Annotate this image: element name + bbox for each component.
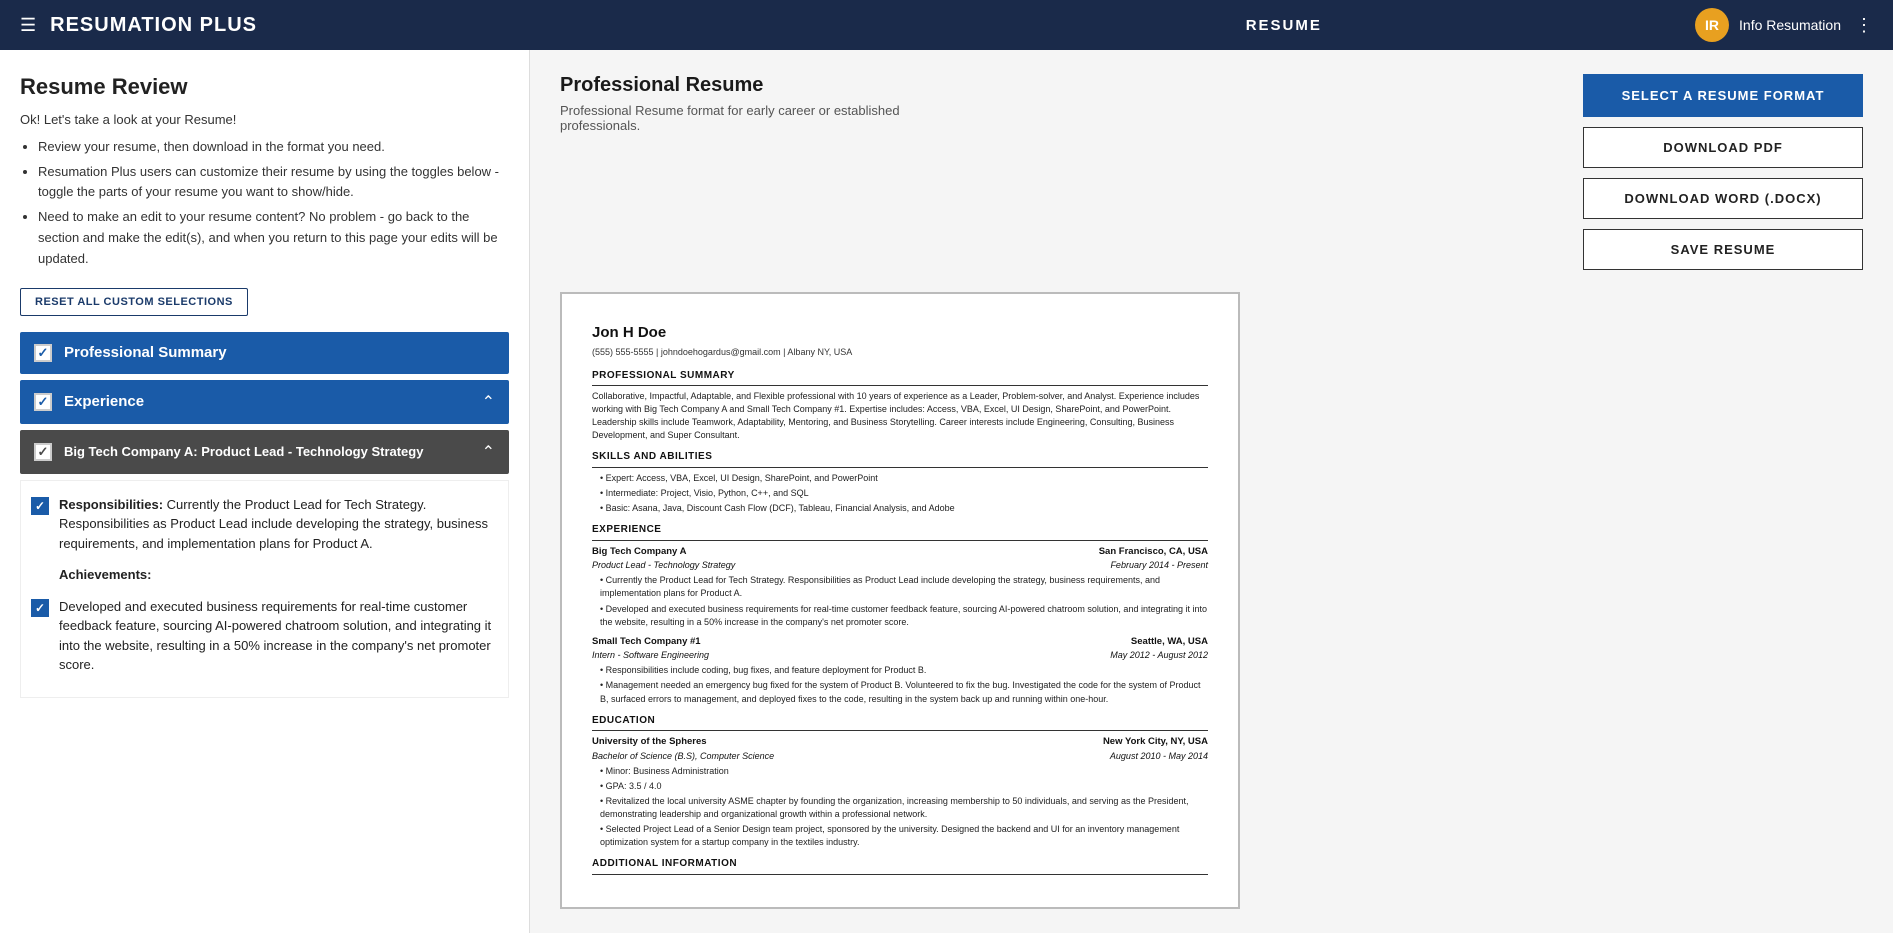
resume-name: Jon H Doe	[592, 322, 1208, 344]
main-layout: Resume Review Ok! Let's take a look at y…	[0, 50, 1893, 933]
school-location: New York City, NY, USA	[1103, 735, 1208, 749]
brand-logo: RESUMATION PLUS	[50, 14, 872, 37]
job2-role: Intern - Software Engineering May 2012 -…	[592, 649, 1208, 662]
professional-summary-section: Professional Summary	[20, 332, 509, 374]
instructions: Ok! Let's take a look at your Resume! Re…	[20, 110, 509, 270]
nav-right: IR Info Resumation ⋮	[1695, 8, 1873, 42]
professional-summary-label: Professional Summary	[64, 344, 495, 361]
left-panel: Resume Review Ok! Let's take a look at y…	[0, 50, 530, 933]
job1-dates: February 2014 - Present	[1110, 559, 1208, 572]
instruction-list: Review your resume, then download in the…	[20, 137, 509, 270]
job1-company: Big Tech Company A	[592, 545, 686, 559]
school-name: University of the Spheres	[592, 735, 707, 749]
job2-role-title: Intern - Software Engineering	[592, 649, 709, 662]
resume-header-section: Professional Resume Professional Resume …	[560, 74, 1863, 270]
job2-company: Small Tech Company #1	[592, 635, 701, 649]
job2-dates: May 2012 - August 2012	[1110, 649, 1208, 662]
skill-intermediate: • Intermediate: Project, Visio, Python, …	[600, 487, 1208, 500]
achievement-checkbox[interactable]	[31, 599, 49, 617]
bigtechcompany-expand-icon[interactable]: ⌃	[482, 442, 495, 462]
prof-summary-title: PROFESSIONAL SUMMARY	[592, 369, 1208, 387]
reset-button[interactable]: RESET ALL CUSTOM SELECTIONS	[20, 288, 248, 316]
action-buttons: SELECT A RESUME FORMAT DOWNLOAD PDF DOWN…	[1583, 74, 1863, 270]
bigtechcompany-checkbox[interactable]	[34, 443, 52, 461]
school-bullet2: • GPA: 3.5 / 4.0	[600, 780, 1208, 793]
responsibilities-item: Responsibilities: Currently the Product …	[31, 495, 498, 554]
job1-header: Big Tech Company A San Francisco, CA, US…	[592, 545, 1208, 559]
responsibilities-header: Responsibilities:	[59, 497, 163, 512]
achievements-label: Achievements:	[59, 567, 151, 582]
achievements-header-item: Achievements:	[31, 565, 498, 585]
experience-section: Experience ⌃	[20, 380, 509, 424]
download-pdf-button[interactable]: DOWNLOAD PDF	[1583, 127, 1863, 168]
job1-role-title: Product Lead - Technology Strategy	[592, 559, 735, 572]
resume-title: Professional Resume	[560, 74, 1553, 97]
skill-basic: • Basic: Asana, Java, Discount Cash Flow…	[600, 502, 1208, 515]
resume-preview: Jon H Doe (555) 555-5555 | johndoehogard…	[560, 292, 1240, 909]
menu-icon[interactable]: ☰	[20, 15, 36, 36]
save-resume-button[interactable]: SAVE RESUME	[1583, 229, 1863, 270]
intro-text: Ok! Let's take a look at your Resume!	[20, 110, 509, 131]
job2-location: Seattle, WA, USA	[1131, 635, 1208, 649]
job1-role: Product Lead - Technology Strategy Febru…	[592, 559, 1208, 572]
school-header: University of the Spheres New York City,…	[592, 735, 1208, 749]
school-bullet3: • Revitalized the local university ASME …	[600, 795, 1208, 821]
bigtechcompany-label: Big Tech Company A: Product Lead - Techn…	[64, 444, 482, 459]
select-format-button[interactable]: SELECT A RESUME FORMAT	[1583, 74, 1863, 117]
navbar: ☰ RESUMATION PLUS RESUME IR Info Resumat…	[0, 0, 1893, 50]
instruction-item: Need to make an edit to your resume cont…	[38, 207, 509, 269]
school-degree: Bachelor of Science (B.S), Computer Scie…	[592, 750, 1208, 763]
more-options-icon[interactable]: ⋮	[1855, 15, 1873, 36]
job2-bullet1: • Responsibilities include coding, bug f…	[600, 664, 1208, 677]
responsibilities-text: Responsibilities: Currently the Product …	[59, 495, 498, 554]
school-bullet1: • Minor: Business Administration	[600, 765, 1208, 778]
avatar: IR	[1695, 8, 1729, 42]
job2-bullet2: • Management needed an emergency bug fix…	[600, 679, 1208, 705]
resume-contact: (555) 555-5555 | johndoehogardus@gmail.c…	[592, 346, 1208, 359]
resume-desc: Professional Resume format for early car…	[560, 103, 940, 133]
experience-toggle[interactable]: Experience ⌃	[20, 380, 509, 424]
experience-checkbox[interactable]	[34, 393, 52, 411]
experience-title: EXPERIENCE	[592, 523, 1208, 541]
bigtechcompany-toggle[interactable]: Big Tech Company A: Product Lead - Techn…	[20, 430, 509, 474]
job2-header: Small Tech Company #1 Seattle, WA, USA	[592, 635, 1208, 649]
instruction-item: Resumation Plus users can customize thei…	[38, 162, 509, 204]
page-title: Resume Review	[20, 74, 509, 100]
job1-location: San Francisco, CA, USA	[1099, 545, 1208, 559]
professional-summary-toggle[interactable]: Professional Summary	[20, 332, 509, 374]
skills-title: SKILLS AND ABILITIES	[592, 450, 1208, 468]
nav-center-label: RESUME	[873, 17, 1695, 34]
responsibilities-checkbox[interactable]	[31, 497, 49, 515]
resume-title-block: Professional Resume Professional Resume …	[560, 74, 1553, 133]
experience-expand-icon[interactable]: ⌃	[482, 392, 495, 412]
job1-bullet1: • Currently the Product Lead for Tech St…	[600, 574, 1208, 600]
job1-bullet2: • Developed and executed business requir…	[600, 603, 1208, 629]
right-panel: Professional Resume Professional Resume …	[530, 50, 1893, 933]
download-word-button[interactable]: DOWNLOAD WORD (.DOCX)	[1583, 178, 1863, 219]
prof-summary-body: Collaborative, Impactful, Adaptable, and…	[592, 390, 1208, 442]
detail-items: Responsibilities: Currently the Product …	[20, 480, 509, 698]
degree-name: Bachelor of Science (B.S), Computer Scie…	[592, 750, 774, 763]
professional-summary-checkbox[interactable]	[34, 344, 52, 362]
instruction-item: Review your resume, then download in the…	[38, 137, 509, 158]
username-label: Info Resumation	[1739, 17, 1841, 33]
school-dates: August 2010 - May 2014	[1110, 750, 1208, 763]
achievement-item: Developed and executed business requirem…	[31, 597, 498, 675]
achievements-header-text: Achievements:	[59, 565, 151, 585]
skill-expert: • Expert: Access, VBA, Excel, UI Design,…	[600, 472, 1208, 485]
experience-label: Experience	[64, 393, 482, 410]
additional-title: ADDITIONAL INFORMATION	[592, 857, 1208, 875]
school-bullet4: • Selected Project Lead of a Senior Desi…	[600, 823, 1208, 849]
bigtechcompany-section: Big Tech Company A: Product Lead - Techn…	[20, 430, 509, 474]
education-title: EDUCATION	[592, 714, 1208, 732]
achievement-text: Developed and executed business requirem…	[59, 597, 498, 675]
